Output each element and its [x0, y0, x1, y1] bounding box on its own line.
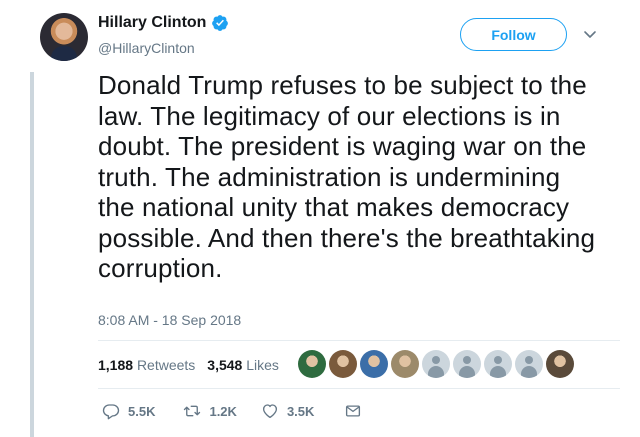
envelope-icon [346, 405, 361, 417]
verified-badge-icon [212, 15, 229, 31]
default-avatar[interactable] [453, 350, 481, 378]
tweet-text: Donald Trump refuses to be subject to th… [98, 70, 596, 283]
likes-count: 3,548 [207, 357, 243, 373]
reply-count: 5.5K [128, 403, 156, 419]
tweet-actions: 5.5K 1.2K 3.5K [102, 402, 362, 420]
follow-button[interactable]: Follow [460, 18, 567, 51]
author-row: Hillary Clinton [98, 14, 229, 32]
retweets-label: Retweets [136, 357, 196, 373]
reply-button[interactable]: 5.5K [102, 402, 155, 420]
retweet-button[interactable]: 1.2K [183, 402, 237, 420]
heart-icon [262, 404, 277, 419]
retweets-stat[interactable]: 1,188 Retweets [98, 357, 195, 373]
thread-rail [30, 72, 34, 437]
author-handle[interactable]: @HillaryClinton [98, 40, 195, 56]
retweet-icon [184, 405, 201, 417]
divider [98, 340, 620, 341]
default-avatar[interactable] [484, 350, 512, 378]
person-avatar[interactable] [329, 350, 357, 378]
avatar[interactable] [40, 13, 88, 61]
person-avatar[interactable] [391, 350, 419, 378]
default-avatar[interactable] [515, 350, 543, 378]
person-avatar[interactable] [546, 350, 574, 378]
reply-icon [102, 404, 120, 420]
author-name[interactable]: Hillary Clinton [98, 14, 206, 32]
likes-label: Likes [246, 357, 279, 373]
liker-avatars [298, 350, 574, 378]
like-button[interactable]: 3.5K [261, 402, 314, 420]
retweets-count: 1,188 [98, 357, 134, 373]
retweet-count: 1.2K [209, 403, 237, 419]
likes-stat[interactable]: 3,548 Likes [207, 357, 279, 373]
green-logo-avatar[interactable] [298, 350, 326, 378]
tweet-stats: 1,188 Retweets 3,548 Likes [98, 357, 279, 373]
globe-avatar[interactable] [360, 350, 388, 378]
default-avatar[interactable] [422, 350, 450, 378]
divider [98, 388, 620, 389]
like-count: 3.5K [286, 403, 315, 419]
chevron-down-icon[interactable] [583, 30, 597, 40]
tweet-timestamp[interactable]: 8:08 AM - 18 Sep 2018 [98, 312, 241, 328]
direct-message-button[interactable] [344, 402, 362, 420]
